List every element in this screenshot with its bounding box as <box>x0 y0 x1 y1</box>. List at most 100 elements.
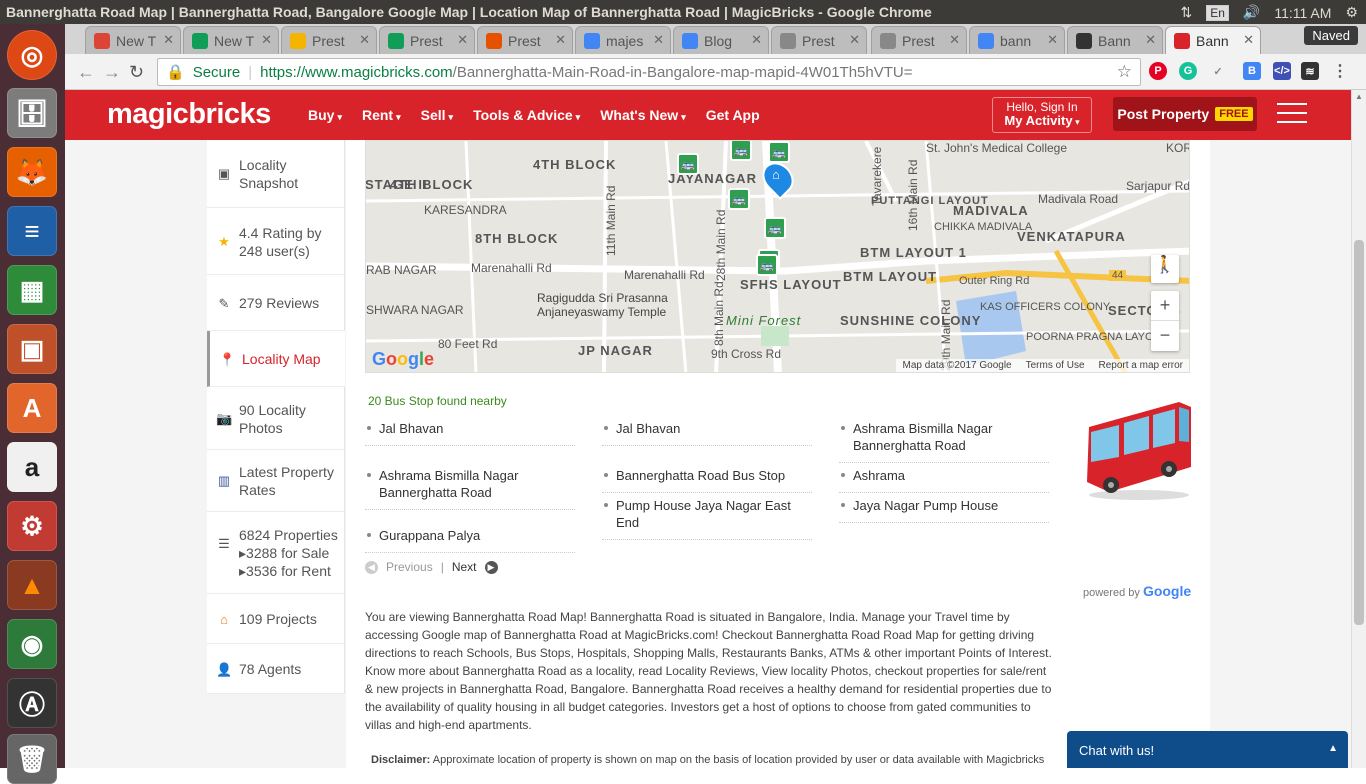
zoom-out-button[interactable]: − <box>1151 321 1179 351</box>
browser-tab[interactable]: Prest ✕ <box>771 26 867 54</box>
previous-arrow-icon[interactable]: ◀ <box>365 560 378 574</box>
page-scrollbar[interactable]: ▲ <box>1351 90 1366 768</box>
browser-tab[interactable]: Prest ✕ <box>281 26 377 54</box>
sidebar-item[interactable]: 📍 Locality Map <box>207 331 345 387</box>
close-tab-icon[interactable]: ✕ <box>359 32 370 48</box>
browser-tab[interactable]: bann ✕ <box>969 26 1065 54</box>
grammarly-icon[interactable]: G <box>1179 62 1197 80</box>
extension-b-icon[interactable]: B <box>1243 62 1261 80</box>
close-tab-icon[interactable]: ✕ <box>555 32 566 48</box>
close-tab-icon[interactable]: ✕ <box>163 32 174 48</box>
close-tab-icon[interactable]: ✕ <box>261 32 272 48</box>
menu-item[interactable]: What's New ▾ <box>600 107 686 123</box>
sidebar-sub-link[interactable]: ▸3536 for Rent <box>239 562 343 580</box>
vlc-icon[interactable]: ▲ <box>7 560 57 610</box>
ubuntu-icon[interactable]: ◎ <box>7 30 57 80</box>
bus-stop-marker[interactable]: 🚌 <box>677 153 699 175</box>
map-terms-link[interactable]: Terms of Use <box>1026 360 1085 371</box>
bus-stop-item[interactable]: Jal Bhavan <box>365 420 575 446</box>
browser-tab[interactable]: Blog ✕ <box>673 26 769 54</box>
menu-item[interactable]: Get App <box>706 107 760 123</box>
post-property-button[interactable]: Post Property FREE <box>1113 97 1257 131</box>
bus-stop-marker[interactable]: 🚌 <box>730 141 752 161</box>
bus-stop-item[interactable]: Ashrama Bismilla Nagar Bannerghatta Road <box>365 467 575 510</box>
close-tab-icon[interactable]: ✕ <box>653 32 664 48</box>
bus-stop-item[interactable]: Jaya Nagar Pump House <box>839 497 1049 523</box>
bus-stop-item[interactable]: Ashrama <box>839 467 1049 493</box>
forward-icon[interactable]: → <box>103 62 121 83</box>
reload-icon[interactable]: ↻ <box>129 62 144 83</box>
sidebar-item[interactable]: 📷 90 Locality Photos <box>207 387 345 450</box>
settings-icon[interactable]: ⚙ <box>7 501 57 551</box>
software-center-icon[interactable]: A <box>7 383 57 433</box>
sidebar-item[interactable]: ▥ Latest Property Rates <box>207 450 345 512</box>
close-tab-icon[interactable]: ✕ <box>1243 32 1254 48</box>
trash-icon[interactable]: 🗑 <box>7 734 57 784</box>
magicbricks-logo[interactable]: magicbricks <box>107 98 271 131</box>
previous-link[interactable]: Previous <box>386 560 433 574</box>
menu-item[interactable]: Tools & Advice ▾ <box>473 107 580 123</box>
next-arrow-icon[interactable]: ▶ <box>484 560 498 574</box>
back-icon[interactable]: ← <box>77 62 95 83</box>
close-tab-icon[interactable]: ✕ <box>849 32 860 48</box>
calc-icon[interactable]: ▦ <box>7 265 57 315</box>
files-icon[interactable]: 🗄 <box>7 88 57 138</box>
sidebar-item[interactable]: ★ 4.4 Rating by 248 user(s) <box>207 208 345 275</box>
bus-stop-item[interactable]: Gurappana Palya <box>365 527 575 553</box>
close-tab-icon[interactable]: ✕ <box>1145 32 1156 48</box>
google-map[interactable]: 4TH BLOCK 4TH BLOCK STAGE II KARESANDRA JAYA… <box>365 140 1190 373</box>
network-icon[interactable]: ⇅ <box>1181 4 1193 21</box>
chat-expand-icon[interactable]: ▲ <box>1328 743 1338 754</box>
bus-stop-item[interactable]: Ashrama Bismilla Nagar Bannerghatta Road <box>839 420 1049 463</box>
close-tab-icon[interactable]: ✕ <box>949 32 960 48</box>
browser-tab[interactable]: New T ✕ <box>85 26 181 54</box>
check-icon[interactable]: ✓ <box>1209 62 1227 80</box>
sidebar-item[interactable]: 👤 78 Agents <box>207 644 345 694</box>
map-report-error-link[interactable]: Report a map error <box>1099 360 1183 371</box>
firefox-icon[interactable]: 🦊 <box>7 147 57 197</box>
bus-stop-item[interactable]: Jal Bhavan <box>602 420 812 446</box>
chrome-icon[interactable]: ◉ <box>7 619 57 669</box>
next-link[interactable]: Next <box>452 560 477 574</box>
volume-icon[interactable]: 🔊 <box>1243 4 1260 21</box>
close-tab-icon[interactable]: ✕ <box>1047 32 1058 48</box>
scrollbar-thumb[interactable] <box>1354 240 1364 625</box>
power-gear-icon[interactable]: ⚙ <box>1345 4 1358 21</box>
menu-item[interactable]: Buy ▾ <box>308 107 342 123</box>
browser-tab[interactable]: New T ✕ <box>183 26 279 54</box>
close-tab-icon[interactable]: ✕ <box>751 32 762 48</box>
zoom-in-button[interactable]: + <box>1151 291 1179 321</box>
profile-button[interactable]: Naved <box>1304 26 1358 45</box>
amazon-icon[interactable]: a <box>7 442 57 492</box>
bus-stop-item[interactable]: Bannerghatta Road Bus Stop <box>602 467 812 493</box>
updater-icon[interactable]: Ⓐ <box>7 678 57 728</box>
hamburger-menu-icon[interactable] <box>1277 103 1307 127</box>
menu-item[interactable]: Rent ▾ <box>362 107 401 123</box>
bus-stop-item[interactable]: Pump House Jaya Nagar East End <box>602 497 812 540</box>
bus-stop-marker[interactable]: 🚌 <box>728 188 750 210</box>
sidebar-item[interactable]: ▣ Locality Snapshot <box>207 140 345 208</box>
sidebar-item[interactable]: ⌂ 109 Projects <box>207 594 345 644</box>
chat-widget[interactable]: Chat with us! ▲ <box>1067 731 1348 768</box>
sidebar-sub-link[interactable]: ▸3288 for Sale <box>239 544 343 562</box>
layers-icon[interactable]: ≋ <box>1301 62 1319 80</box>
bus-stop-marker[interactable]: 🚌 <box>768 141 790 163</box>
bookmark-star-icon[interactable]: ☆ <box>1117 62 1132 82</box>
keyboard-layout[interactable]: En <box>1206 4 1229 21</box>
browser-tab[interactable]: Prest ✕ <box>871 26 967 54</box>
browser-tab[interactable]: Prest ✕ <box>379 26 475 54</box>
menu-item[interactable]: Sell ▾ <box>421 107 453 123</box>
sidebar-item[interactable]: ☰ 6824 Properties ▸3288 for Sale ▸3536 for … <box>207 512 345 594</box>
browser-tab[interactable]: Prest ✕ <box>477 26 573 54</box>
writer-icon[interactable]: ≡ <box>7 206 57 256</box>
bus-stop-marker[interactable]: 🚌 <box>756 254 778 276</box>
browser-tab[interactable]: majes ✕ <box>575 26 671 54</box>
pinterest-icon[interactable]: P <box>1149 62 1167 80</box>
scroll-up-icon[interactable]: ▲ <box>1355 92 1363 101</box>
code-extension-icon[interactable]: </> <box>1273 62 1291 80</box>
browser-tab[interactable]: Bann ✕ <box>1165 26 1261 54</box>
signin-button[interactable]: Hello, Sign In My Activity ▾ <box>992 97 1092 133</box>
bus-stop-marker[interactable]: 🚌 <box>764 217 786 239</box>
clock[interactable]: 11:11 AM <box>1274 5 1331 21</box>
close-tab-icon[interactable]: ✕ <box>457 32 468 48</box>
